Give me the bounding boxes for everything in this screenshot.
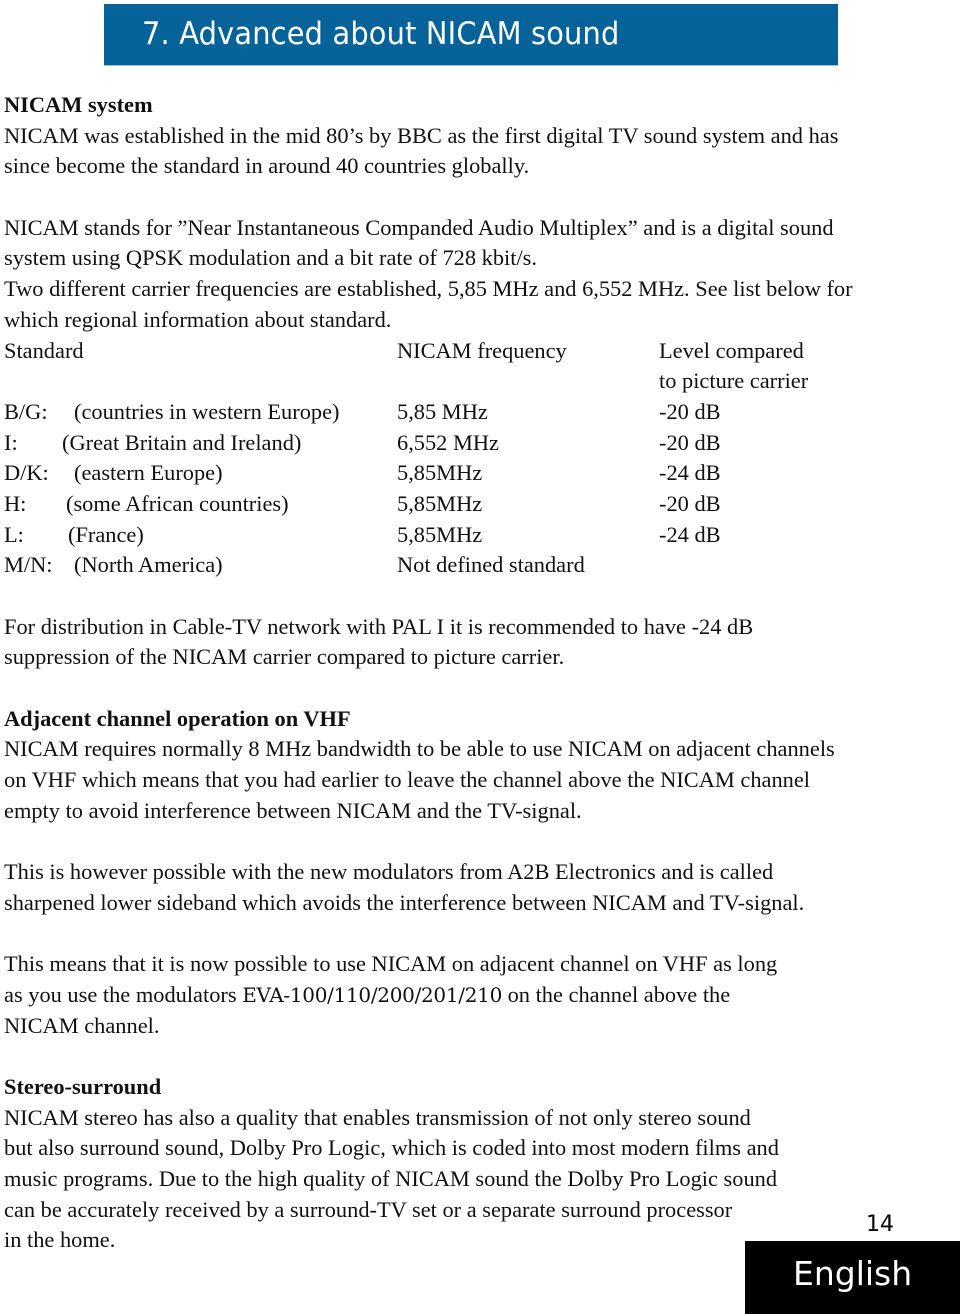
standard-region: (eastern Europe) bbox=[74, 460, 223, 486]
standard-code: B/G: bbox=[4, 398, 48, 424]
table-row: H: (some African countries) 5,85MHz -20 … bbox=[4, 489, 954, 520]
standard-code: L: bbox=[4, 521, 24, 547]
chapter-title: 7. Advanced about NICAM sound bbox=[142, 16, 620, 52]
paragraph-line: since become the standard in around 40 c… bbox=[4, 153, 530, 179]
standard-code: M/N: bbox=[4, 552, 53, 578]
paragraph-line: as you use the modulators EVA-100/110/20… bbox=[4, 980, 954, 1011]
header-frequency: NICAM frequency bbox=[397, 337, 567, 363]
table-row: D/K: (eastern Europe) 5,85MHz -24 dB bbox=[4, 458, 954, 489]
standard-region: (France) bbox=[68, 521, 144, 547]
paragraph-line: system using QPSK modulation and a bit r… bbox=[4, 245, 537, 271]
table-header-row-cont: to picture carrier bbox=[4, 366, 954, 397]
paragraph-line: NICAM stands for ”Near Instantaneous Com… bbox=[4, 214, 834, 240]
carrier-level: -20 dB bbox=[659, 429, 721, 455]
standard-region: (North America) bbox=[74, 552, 223, 578]
standards-table: Standard NICAM frequency Level compared … bbox=[4, 336, 954, 582]
paragraph-line: empty to avoid interference between NICA… bbox=[4, 797, 582, 823]
language-tab: English bbox=[745, 1241, 960, 1314]
paragraph-line: Two different carrier frequencies are es… bbox=[4, 276, 853, 302]
section-heading: NICAM system bbox=[4, 92, 153, 117]
header-standard: Standard bbox=[4, 337, 84, 363]
paragraph-line: NICAM requires normally 8 MHz bandwidth … bbox=[4, 736, 835, 762]
paragraph-line: NICAM channel. bbox=[4, 1012, 160, 1038]
paragraph-line: sharpened lower sideband which avoids th… bbox=[4, 889, 805, 915]
table-row: M/N: (North America) Not defined standar… bbox=[4, 550, 954, 581]
nicam-frequency: Not defined standard bbox=[397, 552, 585, 578]
page-number: 14 bbox=[866, 1212, 894, 1237]
standard-region: (countries in western Europe) bbox=[74, 398, 340, 424]
header-level: Level compared bbox=[659, 337, 804, 363]
text-fragment: as you use the modulators bbox=[4, 981, 243, 1007]
standard-code: I: bbox=[4, 429, 18, 455]
section-nicam-system: NICAM system NICAM was established in th… bbox=[4, 90, 954, 336]
nicam-frequency: 5,85MHz bbox=[397, 460, 483, 486]
page-content: NICAM system NICAM was established in th… bbox=[4, 90, 954, 1256]
section-heading: Stereo-surround bbox=[4, 1074, 162, 1099]
chapter-title-banner: 7. Advanced about NICAM sound bbox=[104, 4, 838, 66]
header-level-cont: to picture carrier bbox=[659, 368, 809, 394]
paragraph-line: This means that it is now possible to us… bbox=[4, 951, 778, 977]
section-stereo-surround: Stereo-surround NICAM stereo has also a … bbox=[4, 1072, 954, 1256]
carrier-level bbox=[659, 550, 939, 581]
carrier-level: -20 dB bbox=[659, 398, 721, 424]
text-fragment: on the channel above the bbox=[502, 981, 731, 1007]
standard-code: D/K: bbox=[4, 460, 49, 486]
nicam-frequency: 6,552 MHz bbox=[397, 429, 499, 455]
section-adjacent-channel: Adjacent channel operation on VHF NICAM … bbox=[4, 704, 954, 1042]
paragraph-line: For distribution in Cable-TV network wit… bbox=[4, 613, 754, 639]
paragraph-line: but also surround sound, Dolby Pro Logic… bbox=[4, 1135, 779, 1161]
table-row: L: (France) 5,85MHz -24 dB bbox=[4, 520, 954, 551]
carrier-level: -24 dB bbox=[659, 460, 721, 486]
table-row: B/G: (countries in western Europe) 5,85 … bbox=[4, 397, 954, 428]
paragraph-line: NICAM was established in the mid 80’s by… bbox=[4, 122, 839, 148]
modulator-models: EVA-100/110/200/201/210 bbox=[242, 982, 502, 1007]
nicam-frequency: 5,85MHz bbox=[397, 490, 483, 516]
standard-code: H: bbox=[4, 490, 27, 516]
paragraph-line: which regional information about standar… bbox=[4, 306, 392, 332]
paragraph-line: on VHF which means that you had earlier … bbox=[4, 767, 811, 793]
paragraph-line: suppression of the NICAM carrier compare… bbox=[4, 644, 565, 670]
table-row: I: (Great Britain and Ireland) 6,552 MHz… bbox=[4, 428, 954, 459]
carrier-level: -20 dB bbox=[659, 490, 721, 516]
section-heading: Adjacent channel operation on VHF bbox=[4, 705, 351, 731]
standard-region: (Great Britain and Ireland) bbox=[62, 429, 302, 455]
paragraph-line: This is however possible with the new mo… bbox=[4, 859, 774, 885]
table-header-row: Standard NICAM frequency Level compared bbox=[4, 336, 954, 367]
carrier-level: -24 dB bbox=[659, 521, 721, 547]
paragraph-line: can be accurately received by a surround… bbox=[4, 1196, 733, 1222]
standard-region: (some African countries) bbox=[66, 490, 289, 516]
section-cable-note: For distribution in Cable-TV network wit… bbox=[4, 612, 954, 673]
nicam-frequency: 5,85MHz bbox=[397, 521, 483, 547]
paragraph-line: NICAM stereo has also a quality that ena… bbox=[4, 1104, 751, 1130]
paragraph-line: music programs. Due to the high quality … bbox=[4, 1166, 778, 1192]
nicam-frequency: 5,85 MHz bbox=[397, 398, 488, 424]
language-label: English bbox=[793, 1254, 913, 1293]
